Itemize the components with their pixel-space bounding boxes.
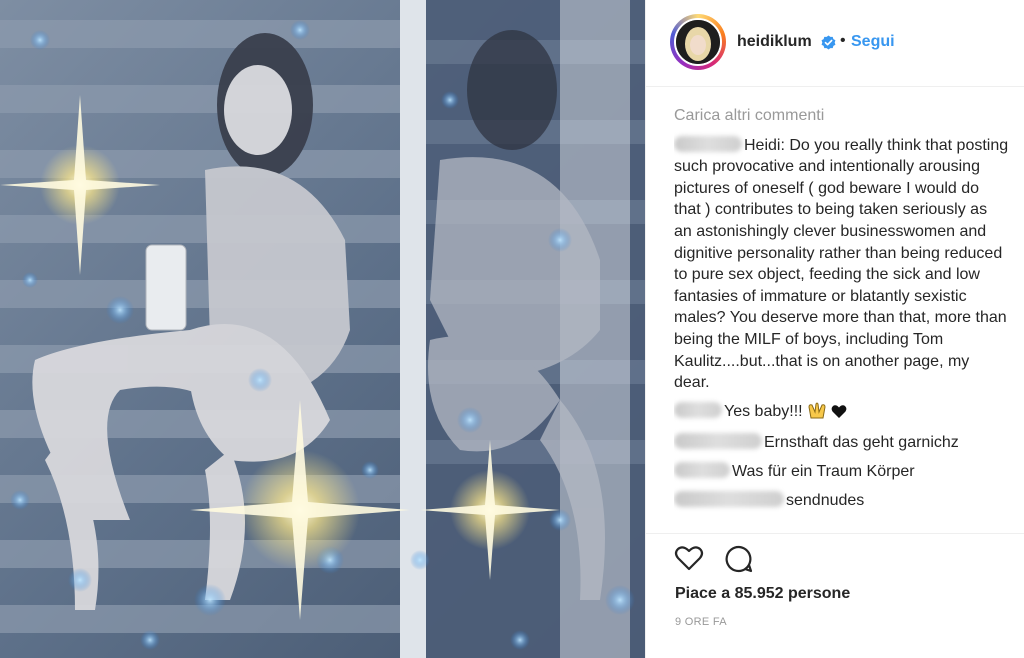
post-timestamp[interactable]: 9 ORE FA <box>675 616 727 628</box>
comment-text: Ernsthaft das geht garnichz <box>764 434 959 452</box>
blurred-username[interactable] <box>674 135 742 152</box>
comment-text: sendnudes <box>786 491 865 509</box>
comment-item: Ernsthaft das geht garnichz <box>674 432 1009 454</box>
comment-text: Yes baby!!! <box>724 402 803 420</box>
actions-divider <box>646 533 1024 534</box>
comment-icon[interactable] <box>724 544 754 574</box>
comment-item: sendnudes <box>674 490 1009 512</box>
post-side-panel: heidiklum • Segui Carica altri commenti … <box>645 0 1024 658</box>
post-header: heidiklum • Segui <box>646 0 1024 87</box>
avatar[interactable] <box>670 14 726 70</box>
load-more-comments-button[interactable]: Carica altri commenti <box>674 105 1009 127</box>
raised-hands-emoji-icon <box>807 401 827 426</box>
comment-text: Heidi: Do you really think that posting … <box>674 136 1009 392</box>
username-link[interactable]: heidiklum <box>737 33 812 51</box>
post-photo[interactable] <box>0 0 645 658</box>
comment-text: Was für ein Traum Körper <box>732 462 915 480</box>
post-image <box>0 0 645 658</box>
comment-item: Heidi: Do you really think that posting … <box>674 135 1009 394</box>
blurred-username[interactable] <box>674 461 730 478</box>
follow-button[interactable]: Segui <box>851 33 895 51</box>
verified-badge-icon <box>821 35 836 55</box>
comments-list: Carica altri commenti Heidi: Do you real… <box>674 105 1009 533</box>
black-heart-icon <box>831 404 847 426</box>
separator-dot: • <box>840 32 846 49</box>
blurred-username[interactable] <box>674 433 762 450</box>
blurred-username[interactable] <box>674 401 722 418</box>
comment-item: Yes baby!!! <box>674 401 1009 426</box>
likes-count[interactable]: Piace a 85.952 persone <box>675 585 850 603</box>
blurred-username[interactable] <box>674 490 784 507</box>
comment-item: Was für ein Traum Körper <box>674 461 1009 483</box>
heart-icon[interactable] <box>674 544 704 574</box>
avatar-image <box>674 18 722 66</box>
